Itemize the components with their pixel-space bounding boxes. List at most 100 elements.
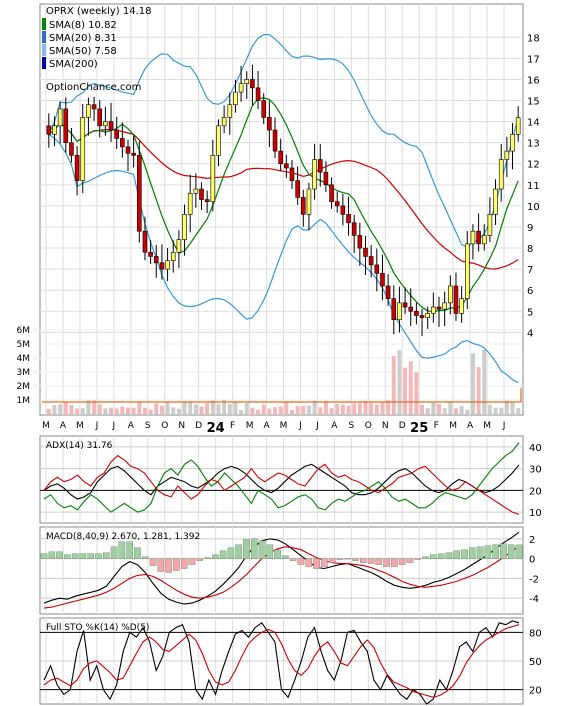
indicator-y-tick-label: 2: [529, 535, 535, 546]
volume-bar: [516, 407, 521, 414]
histogram-bar: [453, 550, 460, 559]
histogram-bar: [71, 553, 79, 559]
volume-bar: [261, 404, 266, 414]
volume-tick-label: 1M: [17, 396, 31, 406]
histogram-bar: [430, 554, 437, 559]
candle-body: [431, 306, 436, 314]
volume-bar: [75, 408, 80, 414]
volume-bar: [391, 356, 396, 414]
volume-tick-label: 5M: [17, 340, 31, 350]
volume-bar: [380, 401, 385, 414]
histogram-bar: [243, 539, 250, 559]
legend-swatch-sma200: [42, 57, 46, 69]
x-tick-label: O: [365, 421, 372, 431]
y-tick-label: 5: [527, 307, 533, 318]
volume-bar: [487, 404, 492, 414]
indicator-y-tick-label: -2: [529, 574, 539, 585]
y-tick-label: 18: [527, 33, 540, 44]
volume-bar: [448, 401, 453, 414]
candle-body: [46, 125, 52, 135]
candle-body: [63, 108, 69, 143]
x-tick-label: A: [331, 421, 338, 431]
histogram-bar: [469, 547, 476, 559]
histogram-bar: [219, 550, 227, 559]
histogram-bar: [328, 558, 336, 563]
volume-tick-label: 6M: [17, 326, 31, 336]
candle-body: [317, 159, 323, 173]
candle-body: [402, 302, 408, 308]
legend-label-sma20: SMA(20) 8.31: [49, 33, 117, 44]
candle-body: [284, 163, 289, 169]
volume-bar: [369, 402, 374, 414]
histogram-bar: [141, 556, 149, 559]
legend-swatch-sma8: [42, 18, 46, 30]
candle-body: [334, 201, 340, 207]
volume-bar: [250, 407, 255, 414]
legend-swatch-sma50: [42, 44, 46, 56]
histogram-bar: [414, 558, 422, 560]
histogram-bar: [126, 541, 133, 559]
histogram-bar: [484, 545, 492, 559]
candle-body: [238, 83, 244, 93]
candle-body: [52, 125, 57, 135]
candle-body: [391, 298, 397, 321]
candle-body: [193, 188, 199, 194]
candle-body: [210, 155, 216, 202]
y-tick-label: 16: [527, 75, 540, 86]
candle-body: [408, 306, 414, 312]
candle-body: [108, 121, 114, 131]
volume-tick-label: 2M: [17, 382, 31, 392]
volume-bar: [114, 408, 119, 414]
volume-bar: [159, 405, 164, 414]
histogram-bar: [336, 558, 344, 560]
volume-bar: [482, 349, 487, 414]
candle-body: [380, 273, 385, 287]
y-tick-label: 17: [527, 54, 540, 65]
adx-title: ADX(14) 31.76: [46, 441, 113, 451]
x-tick-label: F: [434, 421, 439, 431]
volume-bar: [363, 401, 368, 414]
volume-tick-label: 4M: [17, 354, 31, 364]
candle-body: [374, 264, 380, 274]
y-tick-label: 14: [527, 118, 540, 129]
candle-body: [86, 104, 91, 118]
volume-bar: [318, 407, 323, 414]
volume-tick-label: 3M: [17, 368, 31, 378]
volume-bar: [397, 350, 402, 414]
x-tick-label: J: [112, 421, 116, 431]
candle-body: [103, 121, 108, 127]
volume-bar: [465, 409, 470, 414]
candle-body: [267, 117, 272, 131]
volume-bar: [216, 404, 221, 414]
candle-body: [159, 262, 165, 270]
candle-body: [493, 188, 498, 215]
candle-body: [137, 155, 142, 232]
indicator-y-tick-label: -4: [529, 594, 539, 605]
histogram-bar: [204, 557, 211, 559]
histogram-bar: [180, 558, 188, 569]
volume-bar: [453, 408, 458, 414]
candle-body: [510, 133, 515, 152]
x-tick-label: A: [60, 421, 67, 431]
histogram-bar: [87, 553, 94, 559]
candle-body: [80, 117, 86, 181]
volume-bar: [335, 403, 340, 414]
chart-figure: M A M J J A S O N D 24 F M A M J J A S O N D 25 F M A M J4567891011…: [17, 3, 542, 705]
indicator-y-tick-label: 20: [529, 486, 542, 497]
volume-bar: [46, 408, 51, 414]
histogram-bar: [188, 558, 196, 565]
candle-body: [363, 247, 368, 257]
histogram-bar: [398, 558, 406, 565]
macd-title: MACD(8,40,9) 2.670, 1.281, 1.392: [46, 532, 200, 542]
candle-body: [244, 79, 250, 84]
indicator-y-tick-label: 20: [529, 686, 542, 697]
candle-body: [453, 285, 459, 314]
indicator-y-tick-label: 10: [529, 508, 542, 519]
x-tick-label: M: [449, 421, 457, 431]
x-tick-label: N: [382, 421, 389, 431]
candle-body: [227, 104, 233, 118]
histogram-bar: [258, 540, 266, 559]
volume-bar: [306, 405, 311, 414]
x-tick-label: 24: [207, 421, 225, 436]
histogram-bar: [391, 558, 398, 567]
